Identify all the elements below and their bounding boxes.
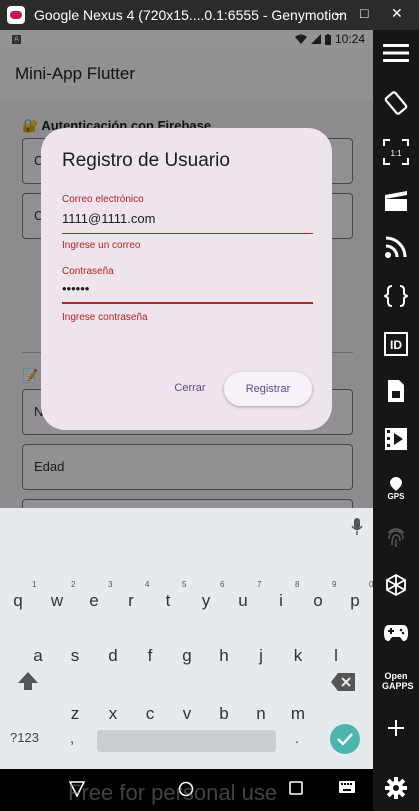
key-o[interactable]: o bbox=[302, 584, 334, 618]
key-x[interactable]: x bbox=[97, 697, 129, 731]
device-id-icon[interactable]: ID bbox=[381, 329, 411, 359]
key-i[interactable]: i bbox=[265, 584, 297, 618]
id-label: ID bbox=[390, 338, 402, 352]
password-underline bbox=[62, 302, 313, 304]
key-m[interactable]: m bbox=[282, 697, 314, 731]
key-hint-w: 2 bbox=[71, 580, 76, 589]
register-button[interactable]: Registrar bbox=[224, 372, 312, 406]
code-icon[interactable] bbox=[381, 281, 411, 311]
key-c[interactable]: c bbox=[134, 697, 166, 731]
fingerprint-icon[interactable] bbox=[381, 522, 411, 552]
device-screen: A 10:24 Mini-App Flutter 🔐 Autenticación… bbox=[0, 30, 373, 811]
motion-icon[interactable] bbox=[381, 570, 411, 600]
key-q[interactable]: q bbox=[2, 584, 34, 618]
password-field[interactable]: •••••• bbox=[62, 281, 89, 296]
capture-icon[interactable] bbox=[381, 185, 411, 215]
email-underline bbox=[62, 233, 313, 234]
key-k[interactable]: k bbox=[282, 639, 314, 673]
gps-label: GPS bbox=[388, 492, 406, 500]
key-f[interactable]: f bbox=[134, 639, 166, 673]
key-r[interactable]: r bbox=[115, 584, 147, 618]
enter-key[interactable] bbox=[330, 724, 360, 754]
check-icon bbox=[337, 733, 353, 746]
symbols-key[interactable]: ?123 bbox=[10, 730, 39, 745]
key-hint-o: 9 bbox=[332, 580, 337, 589]
space-key[interactable] bbox=[97, 730, 276, 752]
microphone-icon[interactable] bbox=[351, 518, 363, 536]
key-p[interactable]: p bbox=[339, 584, 371, 618]
key-h[interactable]: h bbox=[208, 639, 240, 673]
key-g[interactable]: g bbox=[171, 639, 203, 673]
dialog-title: Registro de Usuario bbox=[62, 150, 230, 171]
key-n[interactable]: n bbox=[245, 697, 277, 731]
key-w[interactable]: w bbox=[41, 584, 73, 618]
minimize-button[interactable]: – bbox=[335, 5, 343, 21]
key-hint-y: 6 bbox=[220, 580, 225, 589]
open-gapps-label: Open GAPPS bbox=[382, 671, 414, 691]
gamepad-icon[interactable] bbox=[381, 618, 411, 648]
period-key[interactable]: . bbox=[295, 730, 299, 747]
sim-icon[interactable] bbox=[381, 376, 411, 406]
ratio-label: 1:1 bbox=[390, 149, 402, 158]
backspace-icon[interactable] bbox=[331, 671, 357, 693]
cast-icon[interactable] bbox=[381, 232, 411, 262]
rotate-icon[interactable] bbox=[381, 88, 411, 118]
email-label: Correo electrónico bbox=[62, 194, 144, 205]
window-title: Google Nexus 4 (720x15....0.1:6555 - Gen… bbox=[34, 7, 347, 23]
key-b[interactable]: b bbox=[208, 697, 240, 731]
key-y[interactable]: y bbox=[190, 584, 222, 618]
settings-icon[interactable] bbox=[381, 773, 411, 803]
key-e[interactable]: e bbox=[78, 584, 110, 618]
window-titlebar: Google Nexus 4 (720x15....0.1:6555 - Gen… bbox=[0, 0, 419, 30]
menu-icon[interactable] bbox=[381, 38, 411, 68]
password-error: Ingrese contraseña bbox=[62, 312, 148, 323]
recents-icon[interactable] bbox=[289, 781, 303, 795]
open-gapps-icon[interactable]: Open GAPPS bbox=[379, 666, 414, 696]
key-t[interactable]: t bbox=[152, 584, 184, 618]
media-icon[interactable] bbox=[381, 424, 411, 454]
key-a[interactable]: a bbox=[22, 639, 54, 673]
key-hint-u: 7 bbox=[257, 580, 262, 589]
close-button[interactable]: Cerrar bbox=[164, 370, 216, 406]
key-hint-q: 1 bbox=[32, 580, 37, 589]
genymotion-window: Google Nexus 4 (720x15....0.1:6555 - Gen… bbox=[0, 0, 419, 811]
close-window-button[interactable]: ✕ bbox=[391, 5, 403, 22]
keyboard-switch-icon[interactable] bbox=[339, 781, 355, 793]
comma-key[interactable]: , bbox=[70, 730, 74, 747]
key-j[interactable]: j bbox=[245, 639, 277, 673]
gps-icon[interactable]: GPS bbox=[381, 473, 411, 503]
email-error: Ingrese un correo bbox=[62, 240, 141, 251]
add-icon[interactable] bbox=[381, 713, 411, 743]
key-hint-t: 5 bbox=[182, 580, 187, 589]
key-hint-e: 3 bbox=[108, 580, 113, 589]
pixel-perfect-icon[interactable]: 1:1 bbox=[381, 137, 411, 167]
soft-keyboard: ?123 , . q1w2e3r4t5y6u7i8o9p0asdfghjklzx… bbox=[0, 508, 373, 769]
maximize-button[interactable]: □ bbox=[360, 5, 368, 21]
key-hint-i: 8 bbox=[295, 580, 300, 589]
genymotion-logo-icon bbox=[7, 6, 25, 24]
key-hint-r: 4 bbox=[145, 580, 150, 589]
password-label: Contraseña bbox=[62, 266, 114, 277]
key-z[interactable]: z bbox=[59, 697, 91, 731]
genymotion-toolbar: 1:1 ID GPS Open GAPPS bbox=[373, 30, 419, 811]
key-l[interactable]: l bbox=[320, 639, 352, 673]
key-d[interactable]: d bbox=[97, 639, 129, 673]
register-dialog: Registro de Usuario Correo electrónico 1… bbox=[41, 128, 332, 430]
email-field[interactable]: 1111@1111.com bbox=[62, 211, 155, 226]
key-s[interactable]: s bbox=[59, 639, 91, 673]
key-v[interactable]: v bbox=[171, 697, 203, 731]
key-u[interactable]: u bbox=[227, 584, 259, 618]
watermark-text: Free for personal use bbox=[68, 780, 278, 805]
